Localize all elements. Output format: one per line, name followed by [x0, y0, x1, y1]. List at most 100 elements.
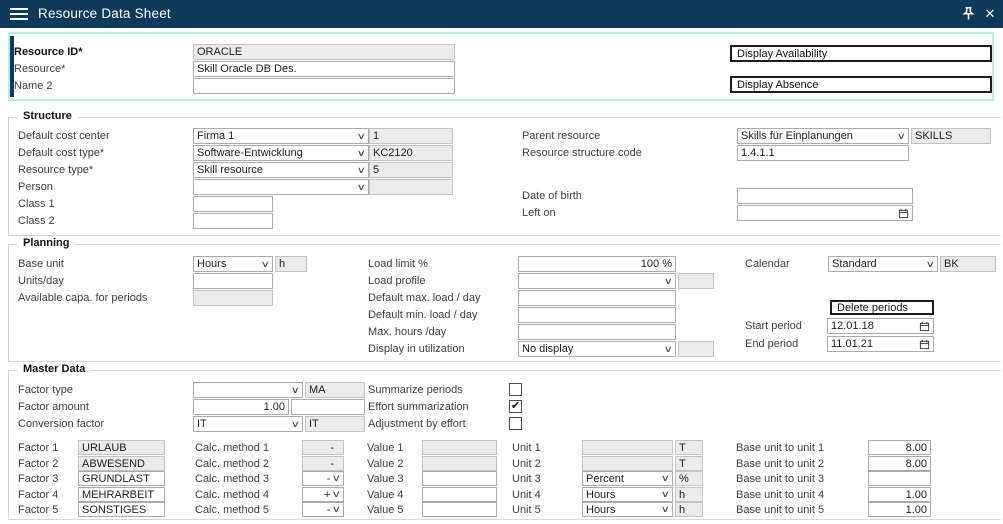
display-in-utilization-select[interactable]: No display∨	[518, 341, 676, 357]
chevron-down-icon: ∨	[332, 489, 341, 500]
value-4-field[interactable]	[422, 487, 497, 502]
chevron-down-icon: ∨	[897, 131, 906, 142]
calc-method-5-value: -	[327, 504, 331, 516]
calc-method-5-label: Calc. method 5	[195, 502, 269, 518]
load-profile-select[interactable]: ∨	[518, 273, 676, 289]
chevron-down-icon: ∨	[926, 259, 935, 270]
master-data-legend: Master Data	[17, 363, 91, 375]
load-limit-label: Load limit %	[368, 256, 428, 272]
conversion-factor-code: IT	[305, 416, 365, 432]
class1-field[interactable]	[193, 196, 273, 212]
resource-type-select[interactable]: Skill resource∨	[193, 162, 369, 178]
calendar-select[interactable]: Standard ∨	[828, 256, 938, 272]
class2-label: Class 2	[18, 213, 55, 229]
person-select[interactable]: ∨	[193, 179, 369, 195]
conversion-factor-select[interactable]: IT∨	[193, 416, 303, 432]
resource-type-code: 5	[369, 162, 453, 178]
default-min-load-field[interactable]	[518, 307, 676, 323]
calendar-icon[interactable]	[898, 208, 909, 219]
display-absence-button[interactable]: Display Absence	[730, 76, 992, 93]
calendar-value: Standard	[832, 258, 877, 270]
chevron-down-icon: ∨	[261, 259, 270, 270]
unit-5-code: h	[675, 502, 703, 517]
factor-type-select[interactable]: ∨	[193, 382, 303, 398]
person-code	[369, 179, 453, 195]
value-4-label: Value 4	[367, 487, 404, 503]
factor-1-label: Factor 1	[18, 440, 58, 456]
name2-field[interactable]	[193, 78, 455, 94]
value-1-label: Value 1	[367, 440, 404, 456]
left-on-label: Left on	[522, 205, 556, 221]
value-3-field[interactable]	[422, 471, 497, 486]
calc-method-3-select[interactable]: -∨	[302, 471, 344, 486]
factor-amount-field[interactable]: 1.00	[193, 399, 289, 415]
max-hours-day-label: Max. hours /day	[368, 324, 446, 340]
checkmark-icon: ✔	[511, 401, 520, 412]
class1-label: Class 1	[18, 196, 55, 212]
base-unit-5-field[interactable]: 1.00	[868, 502, 931, 517]
max-hours-day-field[interactable]	[518, 324, 676, 340]
unit-3-select[interactable]: Percent∨	[582, 471, 673, 486]
base-unit-label: Base unit	[18, 256, 64, 272]
close-icon[interactable]: ✕	[982, 5, 998, 22]
date-of-birth-field[interactable]	[737, 188, 913, 204]
value-5-field[interactable]	[422, 502, 497, 517]
factor-3-field[interactable]: GRUNDLAST	[78, 471, 165, 486]
left-on-field[interactable]	[737, 205, 913, 221]
base-unit-select[interactable]: Hours∨	[193, 256, 273, 272]
effort-summarization-label: Effort summarization	[368, 399, 469, 415]
structure-legend: Structure	[17, 110, 78, 122]
summarize-periods-label: Summarize periods	[368, 382, 463, 398]
factor-amount-unit-field[interactable]	[291, 399, 365, 415]
start-period-field[interactable]: 12.01.18	[827, 318, 934, 334]
value-5-label: Value 5	[367, 502, 404, 518]
base-unit-1-field[interactable]: 8.00	[868, 440, 931, 455]
units-day-field[interactable]	[193, 273, 273, 289]
calc-method-3-value: -	[327, 473, 331, 485]
base-unit-2-field[interactable]: 8.00	[868, 456, 931, 471]
conversion-factor-label: Conversion factor	[18, 416, 104, 432]
end-period-field[interactable]: 11.01.21	[827, 336, 934, 352]
chevron-down-icon: ∨	[664, 276, 673, 287]
unit-4-select[interactable]: Hours∨	[582, 487, 673, 502]
delete-periods-button[interactable]: Delete periods	[830, 300, 934, 315]
unit-5-select[interactable]: Hours∨	[582, 502, 673, 517]
calendar-code: BK	[940, 256, 996, 272]
parent-resource-select[interactable]: Skills für Einplanungen ∨	[737, 128, 909, 144]
available-capa-label: Available capa. for periods	[18, 290, 147, 306]
menu-icon[interactable]	[10, 8, 28, 21]
default-max-load-field[interactable]	[518, 290, 676, 306]
calc-method-5-select[interactable]: -∨	[302, 502, 344, 517]
factor-amount-label: Factor amount	[18, 399, 89, 415]
base-unit-4-field[interactable]: 1.00	[868, 487, 931, 502]
display-availability-button[interactable]: Display Availability	[730, 45, 992, 62]
factor-5-field[interactable]: SONSTIGES	[78, 502, 165, 517]
factor-4-field[interactable]: MEHRARBEIT	[78, 487, 165, 502]
chevron-down-icon: ∨	[357, 165, 366, 176]
calc-method-4-label: Calc. method 4	[195, 487, 269, 503]
calc-method-4-select[interactable]: +∨	[302, 487, 344, 502]
default-cost-type-select[interactable]: Software-Entwicklung∨	[193, 145, 369, 161]
resource-id-field: ORACLE	[193, 44, 455, 60]
load-profile-code	[678, 273, 714, 289]
chevron-down-icon: ∨	[291, 385, 300, 396]
chevron-down-icon: ∨	[661, 504, 670, 515]
default-cost-center-select[interactable]: Firma 1∨	[193, 128, 369, 144]
base-unit-3-field[interactable]	[868, 471, 931, 486]
resource-field[interactable]: Skill Oracle DB Des.	[193, 61, 455, 77]
resource-label: Resource*	[14, 61, 65, 77]
calendar-icon[interactable]	[919, 339, 930, 350]
effort-summarization-checkbox[interactable]: ✔	[509, 400, 522, 413]
calendar-icon[interactable]	[919, 321, 930, 332]
resource-structure-code-field[interactable]: 1.4.1.1	[737, 145, 909, 161]
calc-method-3-label: Calc. method 3	[195, 471, 269, 487]
adjustment-by-effort-checkbox[interactable]	[509, 417, 522, 430]
summarize-periods-checkbox[interactable]	[509, 383, 522, 396]
pin-icon[interactable]	[961, 6, 977, 22]
factor-3-label: Factor 3	[18, 471, 58, 487]
adjustment-by-effort-label: Adjustment by effort	[368, 416, 466, 432]
parent-resource-value: Skills für Einplanungen	[741, 130, 853, 142]
load-limit-field[interactable]: 100 %	[518, 256, 676, 272]
class2-field[interactable]	[193, 213, 273, 229]
end-period-label: End period	[745, 336, 798, 352]
